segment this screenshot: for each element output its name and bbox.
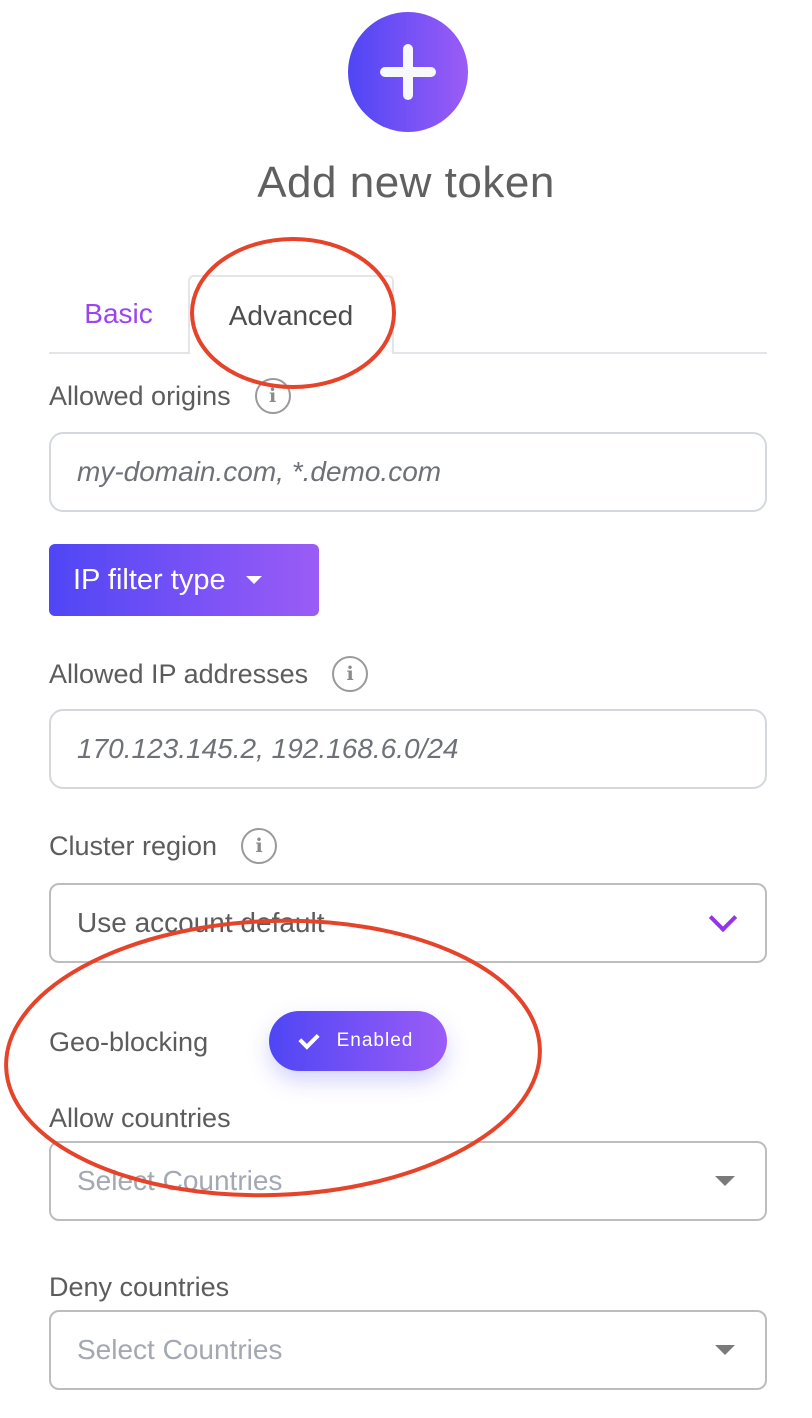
info-icon[interactable]: i	[254, 378, 291, 414]
tab-advanced[interactable]: Advanced	[188, 275, 394, 354]
allowed-ip-label-text: Allowed IP addresses	[49, 658, 309, 689]
allow-countries-label: Allow countries	[49, 1096, 231, 1140]
plus-icon-vertical	[403, 44, 413, 100]
cluster-region-label-text: Cluster region	[49, 830, 218, 861]
allow-countries-select[interactable]: Select Countries	[49, 1141, 767, 1221]
caret-down-icon	[715, 1345, 735, 1355]
allow-countries-placeholder: Select Countries	[77, 1165, 283, 1196]
allow-countries-label-text: Allow countries	[49, 1102, 231, 1133]
chevron-down-icon	[708, 903, 738, 933]
ip-filter-type-dropdown[interactable]: IP filter type	[49, 544, 319, 616]
page-title: Add new token	[257, 158, 555, 207]
cluster-region-value: Use account default	[77, 907, 325, 938]
info-icon[interactable]: i	[332, 656, 369, 692]
check-icon	[298, 1027, 320, 1050]
geo-blocking-label-text: Geo-blocking	[49, 1026, 209, 1057]
geo-blocking-toggle-label: Enabled	[336, 1030, 414, 1051]
deny-countries-select[interactable]: Select Countries	[49, 1310, 767, 1390]
allowed-ip-label: Allowed IP addresses i	[49, 652, 369, 696]
allowed-ip-placeholder: 170.123.145.2, 192.168.6.0/24	[77, 733, 459, 764]
caret-down-icon	[715, 1176, 735, 1186]
caret-down-icon	[245, 576, 262, 584]
allowed-origins-label-text: Allowed origins	[49, 380, 231, 411]
allowed-origins-placeholder: my-domain.com, *.demo.com	[77, 456, 442, 487]
cluster-region-label: Cluster region i	[49, 824, 278, 868]
geo-blocking-label: Geo-blocking	[49, 1020, 208, 1064]
deny-countries-label: Deny countries	[49, 1265, 229, 1309]
tabs-divider	[49, 352, 767, 354]
deny-countries-label-text: Deny countries	[49, 1271, 230, 1302]
allowed-ip-input[interactable]: 170.123.145.2, 192.168.6.0/24	[49, 709, 767, 789]
geo-blocking-toggle[interactable]: Enabled	[269, 1011, 447, 1071]
deny-countries-placeholder: Select Countries	[77, 1334, 283, 1365]
tab-basic[interactable]: Basic	[49, 276, 188, 352]
allowed-origins-label: Allowed origins i	[49, 374, 291, 418]
ip-filter-type-label: IP filter type	[73, 563, 226, 596]
cluster-region-select[interactable]: Use account default	[49, 883, 767, 963]
info-icon[interactable]: i	[241, 828, 278, 864]
allowed-origins-input[interactable]: my-domain.com, *.demo.com	[49, 432, 767, 512]
add-token-icon	[348, 12, 468, 132]
